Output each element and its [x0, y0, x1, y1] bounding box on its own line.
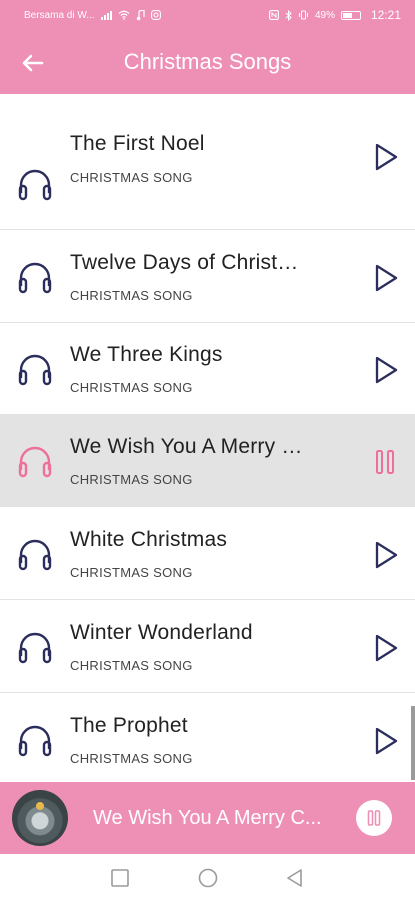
song-title: We Three Kings — [70, 343, 223, 366]
song-row-we-wish-you-active[interactable]: We Wish You A Merry C... CHRISTMAS SONG — [0, 415, 415, 507]
song-subtitle: CHRISTMAS SONG — [70, 288, 193, 303]
song-row-we-three-kings[interactable]: We Three Kings CHRISTMAS SONG — [0, 323, 415, 415]
song-title: White Christmas — [70, 528, 228, 551]
headphones-icon — [18, 725, 52, 757]
signal-icon — [100, 10, 112, 20]
song-title: The First Noel — [70, 132, 205, 155]
song-subtitle: CHRISTMAS SONG — [70, 380, 193, 395]
song-row-the-prophet[interactable]: The Prophet CHRISTMAS SONG — [0, 694, 415, 782]
page-title: Christmas Songs — [123, 49, 292, 74]
headphones-icon — [18, 539, 52, 571]
headphones-icon — [18, 354, 52, 386]
headphones-icon — [18, 446, 52, 478]
play-icon[interactable] — [372, 726, 400, 756]
clock: 12:21 — [370, 8, 401, 22]
song-row-twelve-days[interactable]: Twelve Days of Christm... CHRISTMAS SONG — [0, 231, 415, 323]
song-subtitle: CHRISTMAS SONG — [70, 751, 193, 766]
song-title: We Wish You A Merry C... — [70, 435, 306, 458]
play-icon[interactable] — [372, 142, 400, 172]
mini-player[interactable]: We Wish You A Merry C... — [0, 782, 415, 854]
song-row-winter-wonderland[interactable]: Winter Wonderland CHRISTMAS SONG — [0, 601, 415, 693]
play-icon[interactable] — [372, 355, 400, 385]
bluetooth-icon — [285, 9, 292, 21]
now-playing-title: We Wish You A Merry C... — [93, 807, 322, 829]
system-nav-bar — [0, 854, 415, 900]
headphones-icon — [18, 169, 52, 201]
vibrate-icon — [298, 10, 308, 20]
headphones-icon — [18, 632, 52, 664]
song-subtitle: CHRISTMAS SONG — [70, 565, 193, 580]
play-icon[interactable] — [372, 633, 400, 663]
pause-icon — [367, 810, 381, 826]
carrier-label: Bersama di W... — [24, 9, 95, 21]
battery-percent: 49% — [314, 9, 335, 21]
nfc-icon — [269, 10, 279, 20]
song-row-the-first-noel[interactable]: The First Noel CHRISTMAS SONG — [0, 132, 415, 230]
pause-icon[interactable] — [372, 447, 400, 477]
mini-pause-button[interactable] — [356, 800, 392, 836]
album-art[interactable] — [12, 790, 68, 846]
status-left: Bersama di W... — [24, 9, 161, 21]
song-title: The Prophet — [70, 714, 188, 737]
play-icon[interactable] — [372, 540, 400, 570]
status-bar: Bersama di W... 49% 12:21 — [0, 0, 415, 30]
song-title: Twelve Days of Christm... — [70, 251, 306, 274]
square-icon[interactable] — [110, 868, 130, 888]
headphones-icon — [18, 262, 52, 294]
music-note-icon — [136, 9, 145, 20]
instagram-icon — [150, 10, 161, 20]
play-icon[interactable] — [372, 263, 400, 293]
app-bar: Christmas Songs — [0, 30, 415, 94]
status-right: 49% 12:21 — [269, 8, 401, 22]
song-list[interactable]: The First Noel CHRISTMAS SONG Twelve Day… — [0, 94, 415, 782]
song-subtitle: CHRISTMAS SONG — [70, 170, 193, 185]
scrollbar[interactable] — [411, 706, 415, 780]
song-row-white-christmas[interactable]: White Christmas CHRISTMAS SONG — [0, 508, 415, 600]
triangle-back-icon[interactable] — [285, 868, 305, 888]
circle-icon[interactable] — [198, 868, 218, 888]
battery-icon — [340, 10, 361, 20]
song-title: Winter Wonderland — [70, 621, 253, 644]
album-art-detail — [36, 802, 44, 810]
wifi-icon — [118, 10, 129, 20]
song-subtitle: CHRISTMAS SONG — [70, 658, 193, 673]
song-subtitle: CHRISTMAS SONG — [70, 472, 193, 487]
